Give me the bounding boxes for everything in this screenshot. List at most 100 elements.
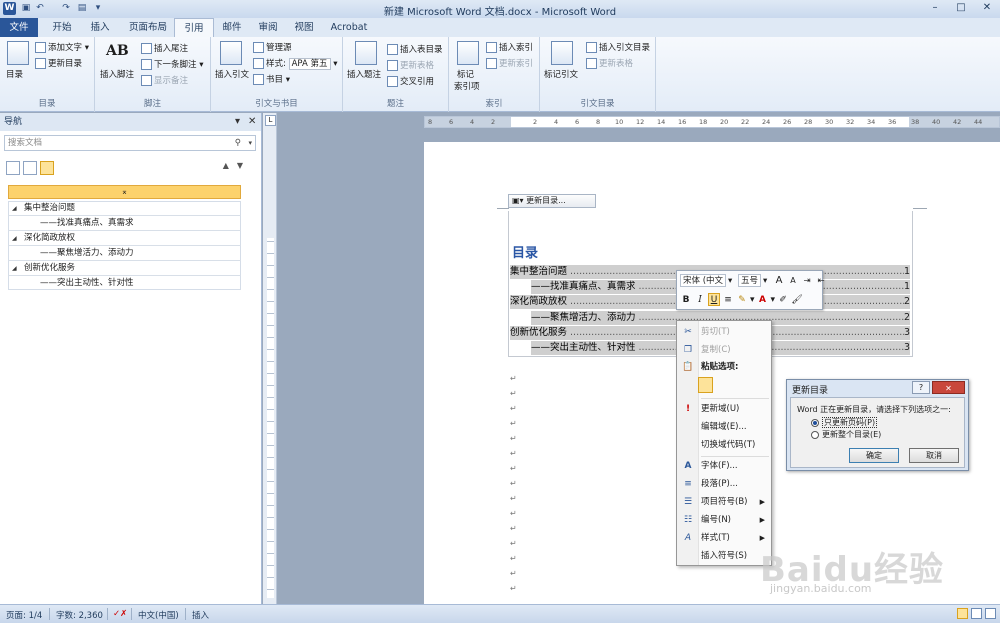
italic-button[interactable]: I	[694, 294, 706, 307]
toc-button[interactable]: 目录	[6, 68, 23, 80]
tab-page-layout[interactable]: 页面布局	[122, 18, 174, 37]
toc-menu-icon[interactable]: ▣▾	[512, 196, 524, 205]
mark-citation-button[interactable]: 标记引文	[544, 68, 578, 80]
collapse-heading-bar[interactable]: ⌅	[8, 185, 241, 199]
language-indicator[interactable]: 中文(中国)	[138, 609, 179, 621]
tab-home[interactable]: 开始	[44, 18, 80, 37]
grow-font-icon[interactable]: A	[773, 274, 785, 287]
tab-references[interactable]: 引用	[174, 18, 214, 37]
option-update-entire-table[interactable]: 更新整个目录(E)	[811, 429, 881, 440]
expand-triangle-icon[interactable]: ◢	[12, 202, 24, 216]
show-notes-button[interactable]: 显示备注	[141, 74, 188, 86]
horizontal-ruler[interactable]: 8 6 4 2 2 4 6 8 10 12 14 16 18 20 22 24 …	[424, 116, 1000, 128]
maximize-button[interactable]: □	[948, 0, 974, 16]
underline-button[interactable]: U	[708, 293, 720, 306]
nav-item-4[interactable]: ——聚焦增活力、添动力	[40, 246, 134, 260]
update-toa-button[interactable]: 更新表格	[586, 57, 633, 69]
close-window-button[interactable]: ✕	[974, 0, 1000, 16]
next-footnote-button[interactable]: 下一条脚注 ▾	[141, 58, 203, 70]
bibliography-button[interactable]: 书目 ▾	[253, 73, 290, 85]
format-painter-icon[interactable]: ✐	[777, 294, 789, 307]
insert-toa-button[interactable]: 插入引文目录	[586, 41, 650, 53]
font-name-select[interactable]: 宋体 (中文	[680, 274, 727, 287]
insert-mode-indicator[interactable]: 插入	[192, 609, 209, 621]
shrink-font-icon[interactable]: A	[787, 274, 799, 287]
insert-endnote-button[interactable]: 插入尾注	[141, 42, 188, 54]
tab-insert[interactable]: 插入	[82, 18, 118, 37]
tab-review[interactable]: 审阅	[250, 18, 286, 37]
tab-file[interactable]: 文件	[0, 18, 38, 37]
update-toc-button[interactable]: 更新目录	[35, 57, 82, 69]
citation-style-select[interactable]: 样式: APA 第五 ▾	[253, 57, 337, 70]
manage-sources-button[interactable]: 管理源	[253, 41, 292, 53]
print-layout-view-icon[interactable]	[957, 608, 968, 619]
menu-item-font[interactable]: A 字体(F)...	[677, 458, 771, 474]
insert-caption-button[interactable]: 插入题注	[347, 68, 381, 80]
update-figures-table-button[interactable]: 更新表格	[387, 59, 434, 71]
menu-item-styles[interactable]: A 样式(T) ▶	[677, 530, 771, 546]
menu-item-toggle-field-codes[interactable]: 切换域代码(T)	[677, 437, 771, 453]
toc-control-toolbar[interactable]: ▣▾ 更新目录...	[508, 194, 596, 208]
nav-item-1[interactable]: ◢ 集中整治问题	[12, 201, 75, 215]
highlight-icon[interactable]: ✎	[736, 294, 748, 307]
nav-close-icon[interactable]: ✕	[248, 113, 256, 131]
radio-icon[interactable]	[811, 430, 819, 439]
menu-item-bullets[interactable]: ☰ 项目符号(B) ▶	[677, 494, 771, 510]
menu-item-numbering[interactable]: ☷ 编号(N) ▶	[677, 512, 771, 528]
insert-citation-button[interactable]: 插入引文	[215, 68, 249, 80]
update-index-button[interactable]: 更新索引	[486, 57, 533, 69]
tab-mailings[interactable]: 邮件	[214, 18, 250, 37]
word-count[interactable]: 字数: 2,360	[56, 609, 103, 621]
minimize-button[interactable]: –	[922, 0, 948, 16]
search-dropdown-icon[interactable]: ▾	[248, 136, 252, 150]
outdent-icon[interactable]: ⇤	[815, 275, 827, 288]
font-color-button[interactable]: A	[757, 294, 769, 307]
insert-index-button[interactable]: 插入索引	[486, 41, 533, 53]
expand-triangle-icon[interactable]: ◢	[12, 262, 24, 276]
add-text-button[interactable]: 添加文字 ▾	[35, 41, 89, 53]
menu-item-update-field[interactable]: ! 更新域(U)	[677, 401, 771, 417]
radio-selected-icon[interactable]	[811, 418, 819, 427]
paste-keep-text-only-button[interactable]	[698, 377, 713, 393]
footnote-group: AB 插入脚注 插入尾注 下一条脚注 ▾ 显示备注 脚注	[95, 37, 211, 112]
styles-brush-icon[interactable]: 🖌	[791, 294, 803, 307]
tab-acrobat[interactable]: Acrobat	[326, 18, 372, 37]
web-layout-view-icon[interactable]	[985, 608, 996, 619]
nav-prev-next-arrows[interactable]: ▲▼	[223, 161, 251, 170]
browse-headings-icon[interactable]	[6, 161, 20, 175]
nav-item-6[interactable]: ——突出主动性、针对性	[40, 276, 134, 290]
search-document-input[interactable]: 搜索文档 ⚲ ▾	[4, 135, 256, 151]
browse-results-icon[interactable]	[40, 161, 54, 175]
dialog-close-button[interactable]: ✕	[932, 381, 965, 394]
insert-footnote-button[interactable]: 插入脚注	[100, 68, 134, 80]
indent-icon[interactable]: ⇥	[801, 275, 813, 288]
dialog-ok-button[interactable]: 确定	[849, 448, 899, 463]
nav-item-3[interactable]: ◢ 深化简政放权	[12, 231, 75, 245]
expand-triangle-icon[interactable]: ◢	[12, 232, 24, 246]
proofing-icon[interactable]: ✓✗	[113, 609, 127, 619]
tab-view[interactable]: 视图	[286, 18, 322, 37]
dialog-cancel-button[interactable]: 取消	[909, 448, 959, 463]
full-screen-view-icon[interactable]	[971, 608, 982, 619]
dialog-help-button[interactable]: ?	[912, 381, 930, 394]
menu-item-paragraph[interactable]: ≡ 段落(P)...	[677, 476, 771, 492]
cross-reference-button[interactable]: 交叉引用	[387, 75, 434, 87]
menu-item-edit-field[interactable]: 编辑域(E)...	[677, 419, 771, 435]
update-toc-tab[interactable]: 更新目录...	[526, 196, 566, 205]
browse-pages-icon[interactable]	[23, 161, 37, 175]
mark-entry-button[interactable]: 标记	[457, 68, 474, 80]
font-size-select[interactable]: 五号	[738, 274, 762, 287]
menu-item-insert-symbol[interactable]: 插入符号(S)	[677, 548, 771, 564]
menu-item-copy[interactable]: ❐ 复制(C)	[677, 342, 771, 358]
nav-item-2[interactable]: ——找准真痛点、真需求	[40, 216, 134, 230]
search-icon[interactable]: ⚲	[235, 136, 241, 150]
option-update-page-numbers[interactable]: 只更新页码(P)	[811, 417, 878, 428]
nav-options-icon[interactable]: ▾	[235, 113, 240, 131]
insert-table-of-figures-button[interactable]: 插入表目录	[387, 43, 443, 55]
bold-button[interactable]: B	[680, 294, 692, 307]
menu-item-cut[interactable]: ✂ 剪切(T)	[677, 324, 771, 340]
tab-selector-icon[interactable]: L	[265, 115, 276, 126]
align-center-icon[interactable]: ≡	[722, 294, 734, 307]
nav-item-5[interactable]: ◢ 创新优化服务	[12, 261, 75, 275]
page-count[interactable]: 页面: 1/4	[6, 609, 42, 621]
